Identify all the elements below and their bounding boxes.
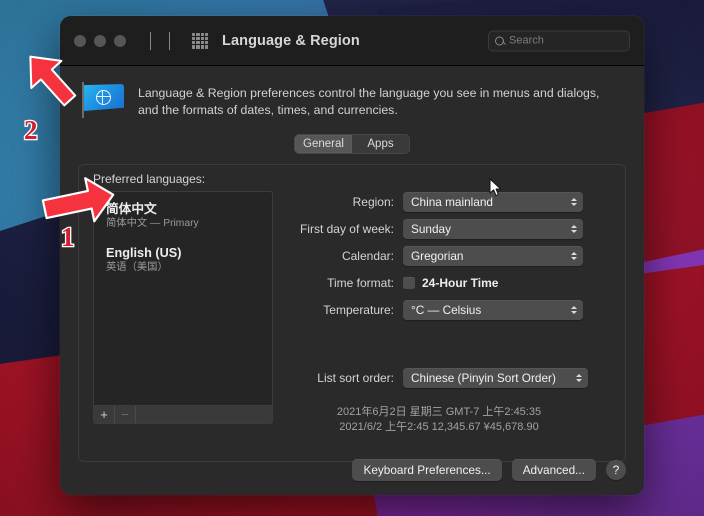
time-format-row: Time format: 24-Hour Time — [285, 270, 615, 296]
search-field[interactable]: Search — [488, 30, 630, 51]
chevron-updown-icon — [571, 306, 577, 314]
language-subtitle: 英语（美国） — [106, 262, 168, 273]
calendar-label: Calendar: — [341, 249, 394, 263]
calendar-dropdown[interactable]: Gregorian — [403, 246, 583, 266]
temperature-dropdown[interactable]: °C — Celsius — [403, 300, 583, 320]
search-placeholder: Search — [509, 34, 544, 47]
search-icon — [495, 36, 504, 45]
first-day-of-week-label: First day of week: — [299, 222, 394, 236]
region-row: Region: China mainland — [285, 189, 615, 215]
preferred-language-english-us[interactable]: English (US) 英语（美国） — [94, 245, 272, 275]
preferred-language-simplified-chinese[interactable]: 简体中文 简体中文 — Primary — [94, 201, 272, 231]
24-hour-time-checkbox[interactable] — [403, 277, 415, 289]
traffic-light-buttons — [74, 34, 126, 47]
description-banner: Language & Region preferences control th… — [78, 80, 626, 118]
language-region-preferences-window: Language & Region Search Language & Regi… — [60, 16, 644, 495]
tab-general[interactable]: General — [295, 135, 352, 153]
forward-chevron-icon[interactable] — [169, 31, 170, 50]
language-name: English (US) — [106, 246, 182, 260]
tab-apps[interactable]: Apps — [352, 135, 409, 153]
format-samples: 2021年6月2日 星期三 GMT-7 上午2:45:35 2021/6/2 上… — [285, 405, 615, 435]
first-day-of-week-row: First day of week: Sunday — [285, 216, 615, 242]
language-name: 简体中文 — [106, 202, 157, 216]
flag-globe-icon — [82, 82, 124, 118]
sample-line-2: 2021/6/2 上午2:45 12,345.67 ¥45,678.90 — [339, 421, 539, 433]
advanced-button[interactable]: Advanced... — [511, 459, 596, 481]
remove-language-button: − — [115, 406, 136, 423]
window-minimize-button[interactable] — [94, 34, 106, 47]
list-sort-order-row: List sort order: Chinese (Pinyin Sort Or… — [285, 365, 615, 391]
show-all-grid-icon[interactable] — [192, 32, 208, 49]
region-label: Region: — [352, 195, 394, 209]
window-title: Language & Region — [222, 32, 360, 49]
24-hour-time-label: 24-Hour Time — [422, 276, 499, 290]
temperature-label: Temperature: — [323, 303, 394, 317]
tab-bar: General Apps — [294, 134, 410, 154]
language-list-toolbar: + − — [93, 406, 273, 424]
description-text: Language & Region preferences control th… — [138, 86, 600, 117]
back-chevron-icon[interactable] — [150, 31, 151, 50]
first-day-of-week-value: Sunday — [411, 222, 452, 236]
sample-line-1: 2021年6月2日 星期三 GMT-7 上午2:45:35 — [336, 406, 542, 418]
general-settings-group: Preferred languages: 简体中文 简体中文 — Primary… — [78, 164, 626, 462]
preferred-languages-label: Preferred languages: — [93, 172, 206, 186]
region-settings-form: Region: China mainland First day of week… — [285, 189, 615, 435]
mouse-cursor — [489, 178, 502, 197]
preferred-languages-list[interactable]: 简体中文 简体中文 — Primary English (US) 英语（美国） — [93, 191, 273, 406]
chevron-updown-icon — [571, 252, 577, 260]
keyboard-preferences-button[interactable]: Keyboard Preferences... — [352, 459, 502, 481]
window-titlebar: Language & Region Search — [60, 16, 644, 66]
time-format-label: Time format: — [327, 276, 394, 290]
window-zoom-button[interactable] — [114, 34, 126, 47]
help-button[interactable]: ? — [606, 460, 626, 480]
chevron-updown-icon — [571, 198, 577, 206]
navigation-buttons — [150, 31, 170, 50]
window-close-button[interactable] — [74, 34, 86, 47]
bottom-button-bar: Keyboard Preferences... Advanced... ? — [352, 459, 626, 481]
add-language-button[interactable]: + — [94, 406, 115, 423]
region-value: China mainland — [411, 195, 493, 209]
temperature-row: Temperature: °C — Celsius — [285, 297, 615, 323]
temperature-value: °C — Celsius — [411, 303, 482, 317]
list-sort-order-label: List sort order: — [317, 371, 394, 385]
list-sort-order-dropdown[interactable]: Chinese (Pinyin Sort Order) — [403, 368, 588, 388]
window-content: Language & Region preferences control th… — [60, 66, 644, 495]
chevron-updown-icon — [571, 225, 577, 233]
calendar-row: Calendar: Gregorian — [285, 243, 615, 269]
calendar-value: Gregorian — [411, 249, 464, 263]
first-day-of-week-dropdown[interactable]: Sunday — [403, 219, 583, 239]
chevron-updown-icon — [576, 374, 582, 382]
language-subtitle: 简体中文 — Primary — [106, 218, 199, 229]
list-sort-order-value: Chinese (Pinyin Sort Order) — [411, 371, 556, 385]
